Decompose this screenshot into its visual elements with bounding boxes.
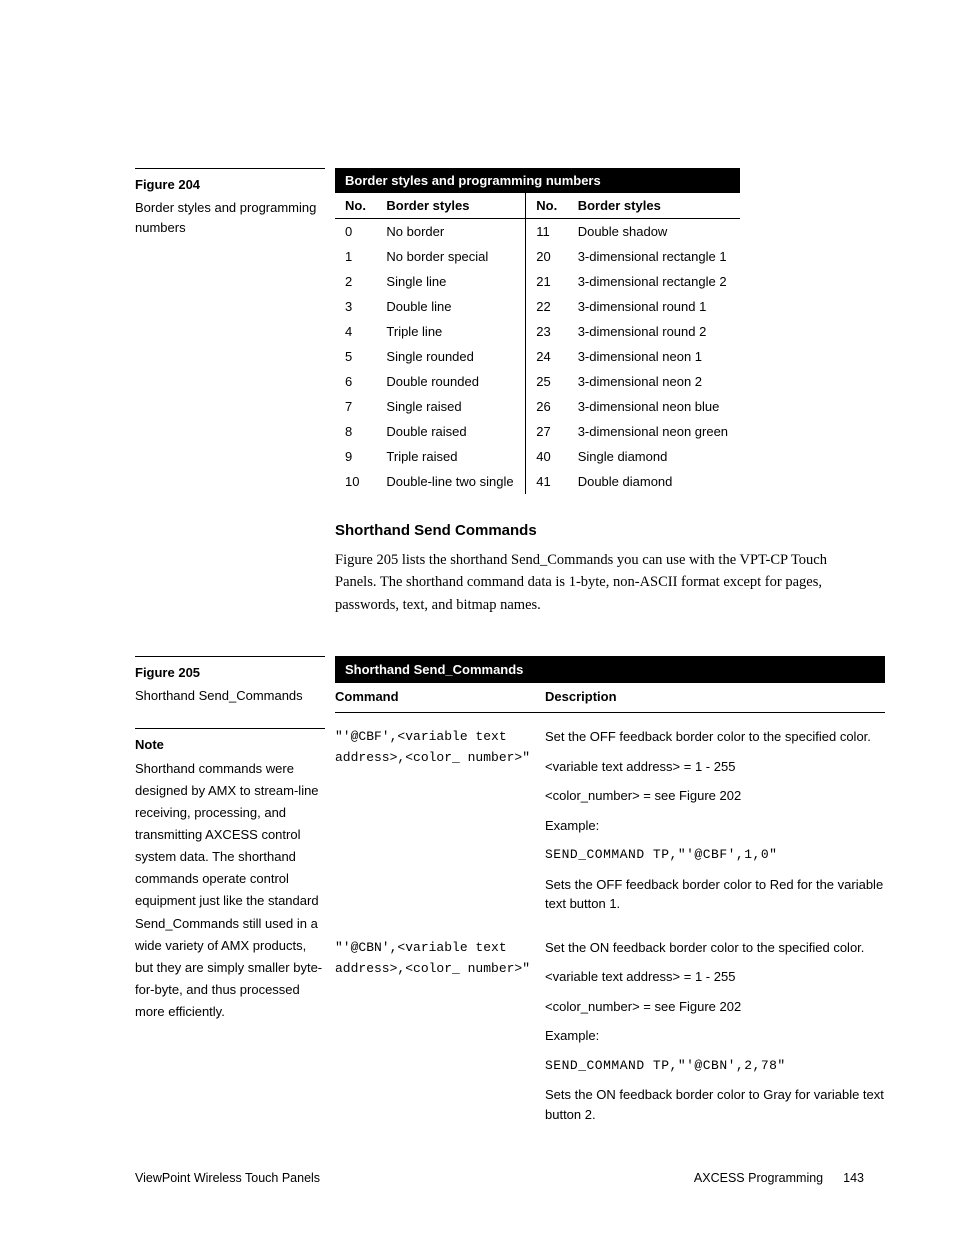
desc-cbn: Set the ON feedback border color to the …	[545, 924, 885, 1135]
col-description: Description	[545, 683, 885, 713]
figure-205-label: Figure 205	[135, 656, 325, 680]
cell: 4	[335, 319, 376, 344]
footer-section: AXCESS Programming	[694, 1171, 823, 1185]
desc-line: Set the OFF feedback border color to the…	[545, 727, 885, 747]
desc-line: <variable text address> = 1 - 255	[545, 967, 885, 987]
cell: Double-line two single	[376, 469, 525, 494]
cell: Single line	[376, 269, 525, 294]
cell: 3	[335, 294, 376, 319]
cell: 1	[335, 244, 376, 269]
page-number: 143	[843, 1171, 864, 1185]
desc-line: <color_number> = see Figure 202	[545, 997, 885, 1017]
cell: Double shadow	[568, 219, 740, 245]
code-line: SEND_COMMAND TP,"'@CBF',1,0"	[545, 845, 885, 865]
col-style: Border styles	[568, 193, 740, 219]
figure-204-label: Figure 204	[135, 168, 325, 192]
cell: No border special	[376, 244, 525, 269]
footer-left: ViewPoint Wireless Touch Panels	[135, 1171, 320, 1185]
cell: 3-dimensional round 2	[568, 319, 740, 344]
cell: 3-dimensional rectangle 2	[568, 269, 740, 294]
cell: 5	[335, 344, 376, 369]
cell: 10	[335, 469, 376, 494]
section-heading: Shorthand Send Commands	[335, 522, 864, 539]
cell: 0	[335, 219, 376, 245]
desc-line: <color_number> = see Figure 202	[545, 786, 885, 806]
desc-cbf: Set the OFF feedback border color to the…	[545, 713, 885, 924]
cell: 23	[526, 319, 568, 344]
cell: 3-dimensional neon 1	[568, 344, 740, 369]
cell: 20	[526, 244, 568, 269]
cell: Triple line	[376, 319, 525, 344]
note-body: Shorthand commands were designed by AMX …	[135, 758, 325, 1023]
cell: 3-dimensional neon green	[568, 419, 740, 444]
page-footer: ViewPoint Wireless Touch Panels AXCESS P…	[135, 1171, 864, 1185]
cell: Single raised	[376, 394, 525, 419]
cell: 3-dimensional round 1	[568, 294, 740, 319]
cell: 26	[526, 394, 568, 419]
cell: 3-dimensional rectangle 1	[568, 244, 740, 269]
cell: No border	[376, 219, 525, 245]
col-no: No.	[526, 193, 568, 219]
shorthand-commands-table: Shorthand Send_Commands Command Descript…	[335, 656, 885, 1134]
desc-line: Example:	[545, 1026, 885, 1046]
cell: Single rounded	[376, 344, 525, 369]
cell: 41	[526, 469, 568, 494]
note-label: Note	[135, 728, 325, 752]
cell: 2	[335, 269, 376, 294]
figure-205-caption: Shorthand Send_Commands	[135, 686, 325, 706]
code-line: SEND_COMMAND TP,"'@CBN',2,78"	[545, 1056, 885, 1076]
desc-line: Sets the OFF feedback border color to Re…	[545, 875, 885, 914]
cell: Double raised	[376, 419, 525, 444]
cell: Double rounded	[376, 369, 525, 394]
figure-204-caption: Border styles and programming numbers	[135, 198, 325, 237]
cell: Double diamond	[568, 469, 740, 494]
desc-line: Set the ON feedback border color to the …	[545, 938, 885, 958]
cell: 9	[335, 444, 376, 469]
cell: 40	[526, 444, 568, 469]
cell: Single diamond	[568, 444, 740, 469]
cell: 8	[335, 419, 376, 444]
col-no: No.	[335, 193, 376, 219]
desc-line: <variable text address> = 1 - 255	[545, 757, 885, 777]
border-styles-title: Border styles and programming numbers	[335, 168, 740, 193]
cell: Double line	[376, 294, 525, 319]
desc-line: Sets the ON feedback border color to Gra…	[545, 1085, 885, 1124]
cell: 21	[526, 269, 568, 294]
cell: 22	[526, 294, 568, 319]
cell: 6	[335, 369, 376, 394]
cell: 25	[526, 369, 568, 394]
cmd-cbf: "'@CBF',<variable text address>,<color_ …	[335, 713, 545, 924]
cell: 7	[335, 394, 376, 419]
cell: 24	[526, 344, 568, 369]
section-body: Figure 205 lists the shorthand Send_Comm…	[335, 549, 864, 616]
desc-line: Example:	[545, 816, 885, 836]
cell: 3-dimensional neon 2	[568, 369, 740, 394]
figure-204-sidebar: Figure 204 Border styles and programming…	[135, 168, 335, 237]
col-command: Command	[335, 683, 545, 713]
cmd-cbn: "'@CBN',<variable text address>,<color_ …	[335, 924, 545, 1135]
cell: 27	[526, 419, 568, 444]
border-styles-table: Border styles and programming numbers No…	[335, 168, 740, 494]
cell: 3-dimensional neon blue	[568, 394, 740, 419]
cell: 11	[526, 219, 568, 245]
cell: Triple raised	[376, 444, 525, 469]
col-style: Border styles	[376, 193, 525, 219]
shorthand-title: Shorthand Send_Commands	[335, 656, 885, 683]
